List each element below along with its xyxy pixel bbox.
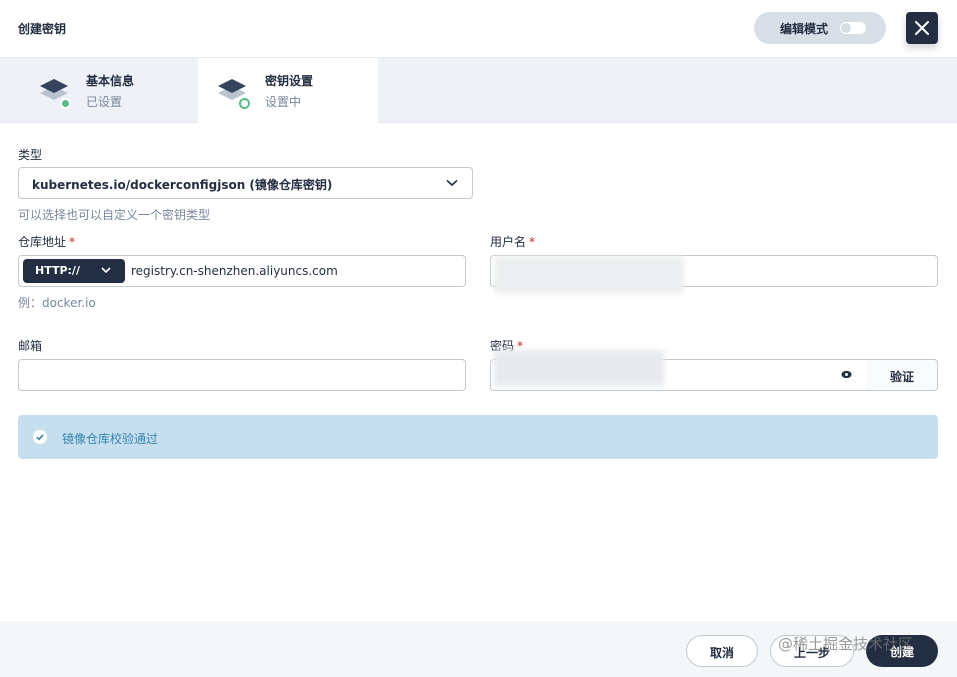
step-title: 基本信息 bbox=[86, 74, 135, 88]
step-title: 密钥设置 bbox=[265, 74, 314, 88]
type-select[interactable]: kubernetes.io/dockerconfigjson (镜像仓库密钥) bbox=[18, 167, 473, 199]
watermark: @稀土掘金技术社区 bbox=[778, 635, 914, 653]
required-mark: * bbox=[529, 235, 536, 249]
status-in-progress-icon bbox=[239, 98, 250, 109]
registry-label: 仓库地址 * bbox=[18, 233, 75, 250]
required-mark: * bbox=[69, 235, 76, 249]
cancel-label: 取消 bbox=[709, 646, 734, 660]
close-icon bbox=[915, 21, 929, 35]
chevron-down-icon bbox=[446, 179, 458, 187]
username-redaction bbox=[494, 256, 684, 294]
verify-button[interactable]: 验证 bbox=[866, 359, 938, 391]
email-input[interactable] bbox=[18, 359, 466, 391]
type-label: 类型 bbox=[18, 148, 43, 162]
edit-mode-toggle[interactable]: 编辑模式 bbox=[754, 12, 886, 44]
step-secret-settings[interactable]: 密钥设置 设置中 bbox=[198, 58, 378, 123]
toggle-knob bbox=[841, 23, 851, 33]
protocol-select[interactable]: HTTP:// bbox=[23, 259, 125, 283]
registry-field[interactable]: HTTP:// registry.cn-shenzhen.aliyuncs.co… bbox=[18, 255, 466, 287]
modal-header: 创建密钥 编辑模式 bbox=[0, 0, 957, 58]
status-done-icon bbox=[60, 98, 71, 109]
alert-text: 镜像仓库校验通过 bbox=[62, 432, 159, 446]
cancel-button[interactable]: 取消 bbox=[686, 635, 758, 667]
close-button[interactable] bbox=[906, 12, 938, 44]
step-status: 设置中 bbox=[265, 95, 302, 109]
validation-alert: 镜像仓库校验通过 bbox=[18, 415, 938, 459]
step-basic-info[interactable]: 基本信息 已设置 bbox=[0, 58, 180, 123]
type-hint: 可以选择也可以自定义一个密钥类型 bbox=[18, 208, 211, 222]
modal-title: 创建密钥 bbox=[18, 22, 67, 36]
email-label: 邮箱 bbox=[18, 339, 43, 353]
registry-input[interactable]: registry.cn-shenzhen.aliyuncs.com bbox=[131, 264, 338, 278]
check-circle-icon bbox=[33, 430, 47, 444]
protocol-value: HTTP:// bbox=[35, 264, 80, 277]
registry-hint: 例：docker.io bbox=[18, 296, 96, 310]
registry-label-text: 仓库地址 bbox=[18, 235, 67, 249]
verify-label: 验证 bbox=[889, 370, 914, 384]
type-select-value: kubernetes.io/dockerconfigjson (镜像仓库密钥) bbox=[32, 178, 333, 192]
toggle-switch[interactable] bbox=[840, 22, 866, 34]
step-bar: 基本信息 已设置 密钥设置 设置中 bbox=[0, 58, 957, 123]
step-status: 已设置 bbox=[86, 95, 123, 109]
username-label-text: 用户名 bbox=[490, 235, 527, 249]
password-redaction bbox=[494, 350, 664, 386]
username-label: 用户名 * bbox=[490, 233, 535, 250]
chevron-down-icon bbox=[101, 267, 111, 274]
edit-mode-label: 编辑模式 bbox=[780, 21, 829, 36]
eye-icon[interactable] bbox=[841, 369, 852, 380]
